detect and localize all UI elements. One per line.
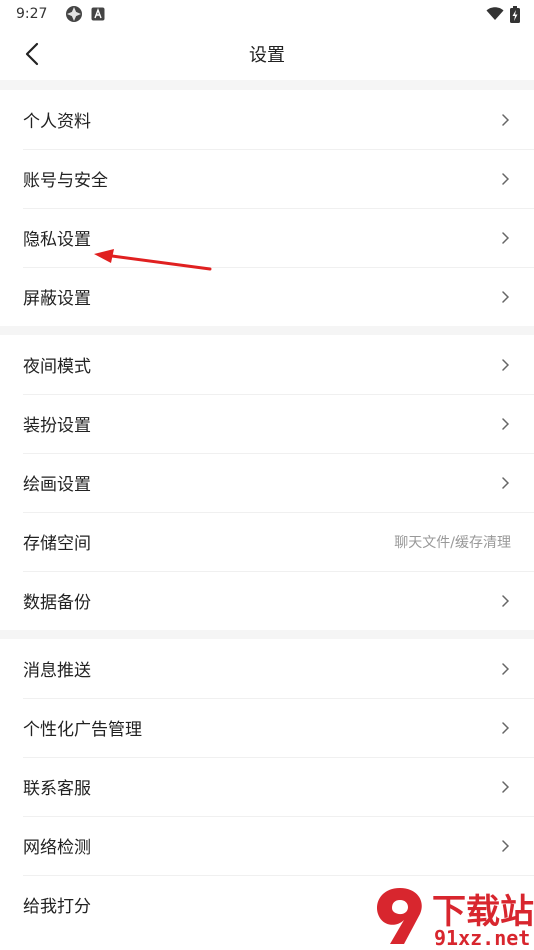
settings-item-privacy[interactable]: 隐私设置: [0, 208, 534, 267]
settings-item-label: 装扮设置: [23, 416, 91, 436]
settings-item-backup[interactable]: 数据备份: [0, 571, 534, 630]
settings-item-label: 数据备份: [23, 593, 91, 613]
settings-group-other: 消息推送 个性化广告管理 联系客服 网络检测 给我打分: [0, 639, 534, 934]
status-right: [486, 5, 520, 23]
settings-item-label: 存储空间: [23, 534, 91, 554]
storage-hint: 聊天文件/缓存清理: [394, 534, 511, 551]
chevron-right-icon: [502, 476, 510, 489]
settings-item-block[interactable]: 屏蔽设置: [0, 267, 534, 326]
settings-item-ads[interactable]: 个性化广告管理: [0, 698, 534, 757]
chevron-right-icon: [502, 358, 510, 371]
settings-item-profile[interactable]: 个人资料: [0, 90, 534, 149]
page-title: 设置: [249, 45, 285, 66]
settings-item-label: 夜间模式: [23, 357, 91, 377]
chevron-right-icon: [502, 721, 510, 734]
settings-item-dress-up[interactable]: 装扮设置: [0, 394, 534, 453]
group-divider: [0, 326, 534, 335]
app-header: 设置: [0, 28, 534, 80]
chevron-right-icon: [502, 172, 510, 185]
settings-item-label: 账号与安全: [23, 171, 108, 191]
status-bar: 9:27: [0, 0, 534, 28]
chevron-right-icon: [502, 594, 510, 607]
status-left: 9:27: [16, 5, 105, 23]
wifi-icon: [486, 7, 504, 21]
back-button[interactable]: [18, 40, 46, 68]
settings-item-label: 联系客服: [23, 779, 91, 799]
settings-item-storage[interactable]: 存储空间 聊天文件/缓存清理: [0, 512, 534, 571]
settings-item-label: 给我打分: [23, 897, 91, 917]
aperture-icon: [65, 5, 83, 23]
settings-item-support[interactable]: 联系客服: [0, 757, 534, 816]
settings-item-label: 消息推送: [23, 661, 91, 681]
status-time: 9:27: [16, 6, 48, 22]
chevron-right-icon: [502, 417, 510, 430]
battery-charging-icon: [510, 5, 520, 23]
chevron-right-icon: [502, 231, 510, 244]
group-divider: [0, 80, 534, 90]
chevron-left-icon: [25, 42, 39, 66]
chevron-right-icon: [502, 290, 510, 303]
settings-item-label: 屏蔽设置: [23, 289, 91, 309]
settings-item-label: 绘画设置: [23, 475, 91, 495]
settings-item-push[interactable]: 消息推送: [0, 639, 534, 698]
font-a-icon: [91, 7, 105, 21]
chevron-right-icon: [502, 662, 510, 675]
chevron-right-icon: [502, 113, 510, 126]
settings-item-label: 网络检测: [23, 838, 91, 858]
settings-item-account-security[interactable]: 账号与安全: [0, 149, 534, 208]
settings-item-network[interactable]: 网络检测: [0, 816, 534, 875]
settings-item-label: 个性化广告管理: [23, 720, 142, 740]
settings-group-appearance: 夜间模式 装扮设置 绘画设置 存储空间 聊天文件/缓存清理 数据备份: [0, 335, 534, 630]
settings-group-account: 个人资料 账号与安全 隐私设置 屏蔽设置: [0, 90, 534, 326]
settings-item-night-mode[interactable]: 夜间模式: [0, 335, 534, 394]
settings-item-label: 个人资料: [23, 112, 91, 132]
settings-item-rate[interactable]: 给我打分: [0, 875, 534, 934]
group-divider: [0, 630, 534, 639]
settings-item-drawing[interactable]: 绘画设置: [0, 453, 534, 512]
settings-item-label: 隐私设置: [23, 230, 91, 250]
chevron-right-icon: [502, 839, 510, 852]
chevron-right-icon: [502, 780, 510, 793]
